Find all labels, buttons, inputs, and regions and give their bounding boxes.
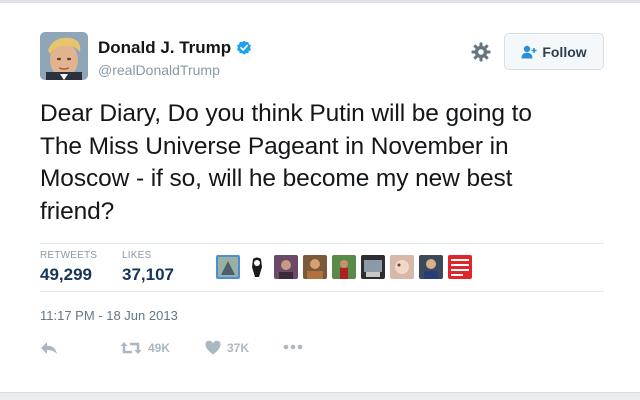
verified-badge-icon: [237, 40, 252, 55]
likes-label: LIKES: [122, 250, 152, 261]
likes-stat[interactable]: LIKES 37,107: [122, 250, 174, 285]
retweet-button[interactable]: 49K: [120, 340, 170, 356]
reply-icon: [41, 342, 57, 354]
stats-bottom-divider: [40, 291, 604, 292]
tweet-line: Dear Diary, Do you think Putin will be g…: [40, 100, 532, 127]
tweet-line: friend?: [40, 197, 115, 225]
follow-button-label: Follow: [542, 43, 587, 60]
tweet-line: The Miss Universe Pageant in November in: [40, 132, 509, 160]
liker-avatar[interactable]: [419, 255, 443, 279]
follow-button[interactable]: Follow: [504, 33, 604, 70]
likers-avatar-row: [216, 255, 477, 279]
more-icon: [283, 344, 303, 350]
liker-avatar[interactable]: [390, 255, 414, 279]
liker-avatar[interactable]: [245, 255, 269, 279]
liker-avatar[interactable]: [361, 255, 385, 279]
avatar-portrait: [40, 32, 88, 80]
liker-avatar[interactable]: [332, 255, 356, 279]
likes-value: 37,107: [122, 265, 174, 284]
retweets-value: 49,299: [40, 265, 92, 284]
retweet-icon: [120, 342, 142, 354]
heart-icon: [205, 340, 221, 355]
author-display-name[interactable]: Donald J. Trump: [98, 38, 231, 58]
retweets-label: RETWEETS: [40, 250, 98, 261]
author-handle[interactable]: @realDonaldTrump: [98, 62, 220, 78]
follow-user-icon: [521, 45, 537, 58]
liker-avatar[interactable]: [216, 255, 240, 279]
like-button[interactable]: 37K: [205, 340, 249, 355]
retweets-stat[interactable]: RETWEETS 49,299: [40, 250, 97, 285]
like-count: 37K: [227, 340, 250, 355]
liker-avatar[interactable]: [448, 255, 472, 279]
liker-avatar[interactable]: [274, 255, 298, 279]
author-avatar[interactable]: [40, 32, 88, 80]
author-name-row[interactable]: Donald J. Trump: [98, 38, 252, 58]
retweet-count: 49K: [148, 341, 171, 355]
more-button[interactable]: [283, 344, 303, 350]
stats-top-divider: [40, 243, 604, 244]
reply-button[interactable]: [40, 340, 58, 356]
window-bottom-strip: [0, 392, 640, 400]
tweet-timestamp[interactable]: 11:17 PM - 18 Jun 2013: [40, 308, 178, 323]
tweet-text: Dear Diary, Do you think Putin will be g…: [40, 98, 600, 228]
liker-avatar[interactable]: [303, 255, 327, 279]
tweet-line: Moscow - if so, will he become my new be…: [40, 165, 513, 192]
settings-icon[interactable]: [471, 42, 491, 62]
window-top-edge: [0, 0, 640, 3]
